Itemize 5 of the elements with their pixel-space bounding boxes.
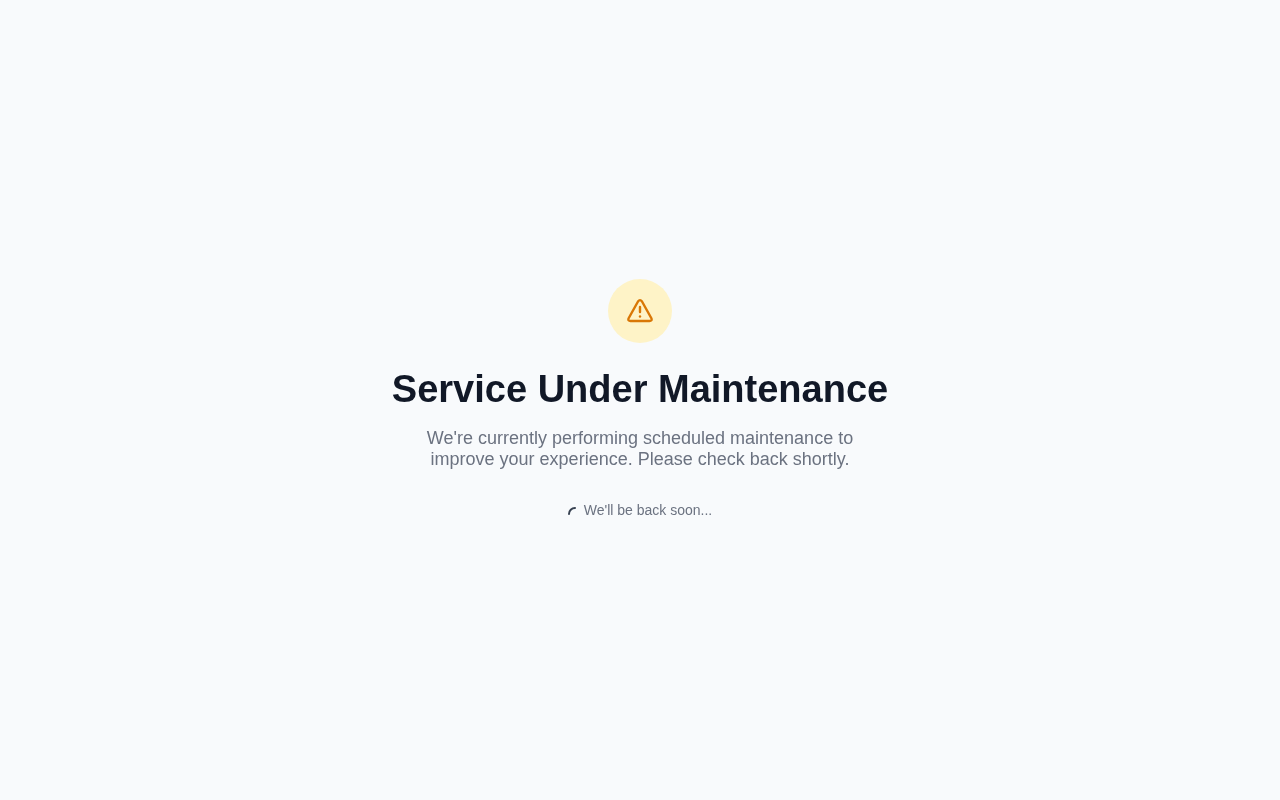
loading-spinner-icon — [567, 506, 576, 515]
page-title: Service Under Maintenance — [391, 366, 889, 412]
status-text: We'll be back soon... — [583, 501, 713, 521]
maintenance-message: We're currently performing scheduled maintenance to improve your experience. Please check back shortly. — [425, 428, 855, 471]
warning-icon — [626, 297, 654, 324]
